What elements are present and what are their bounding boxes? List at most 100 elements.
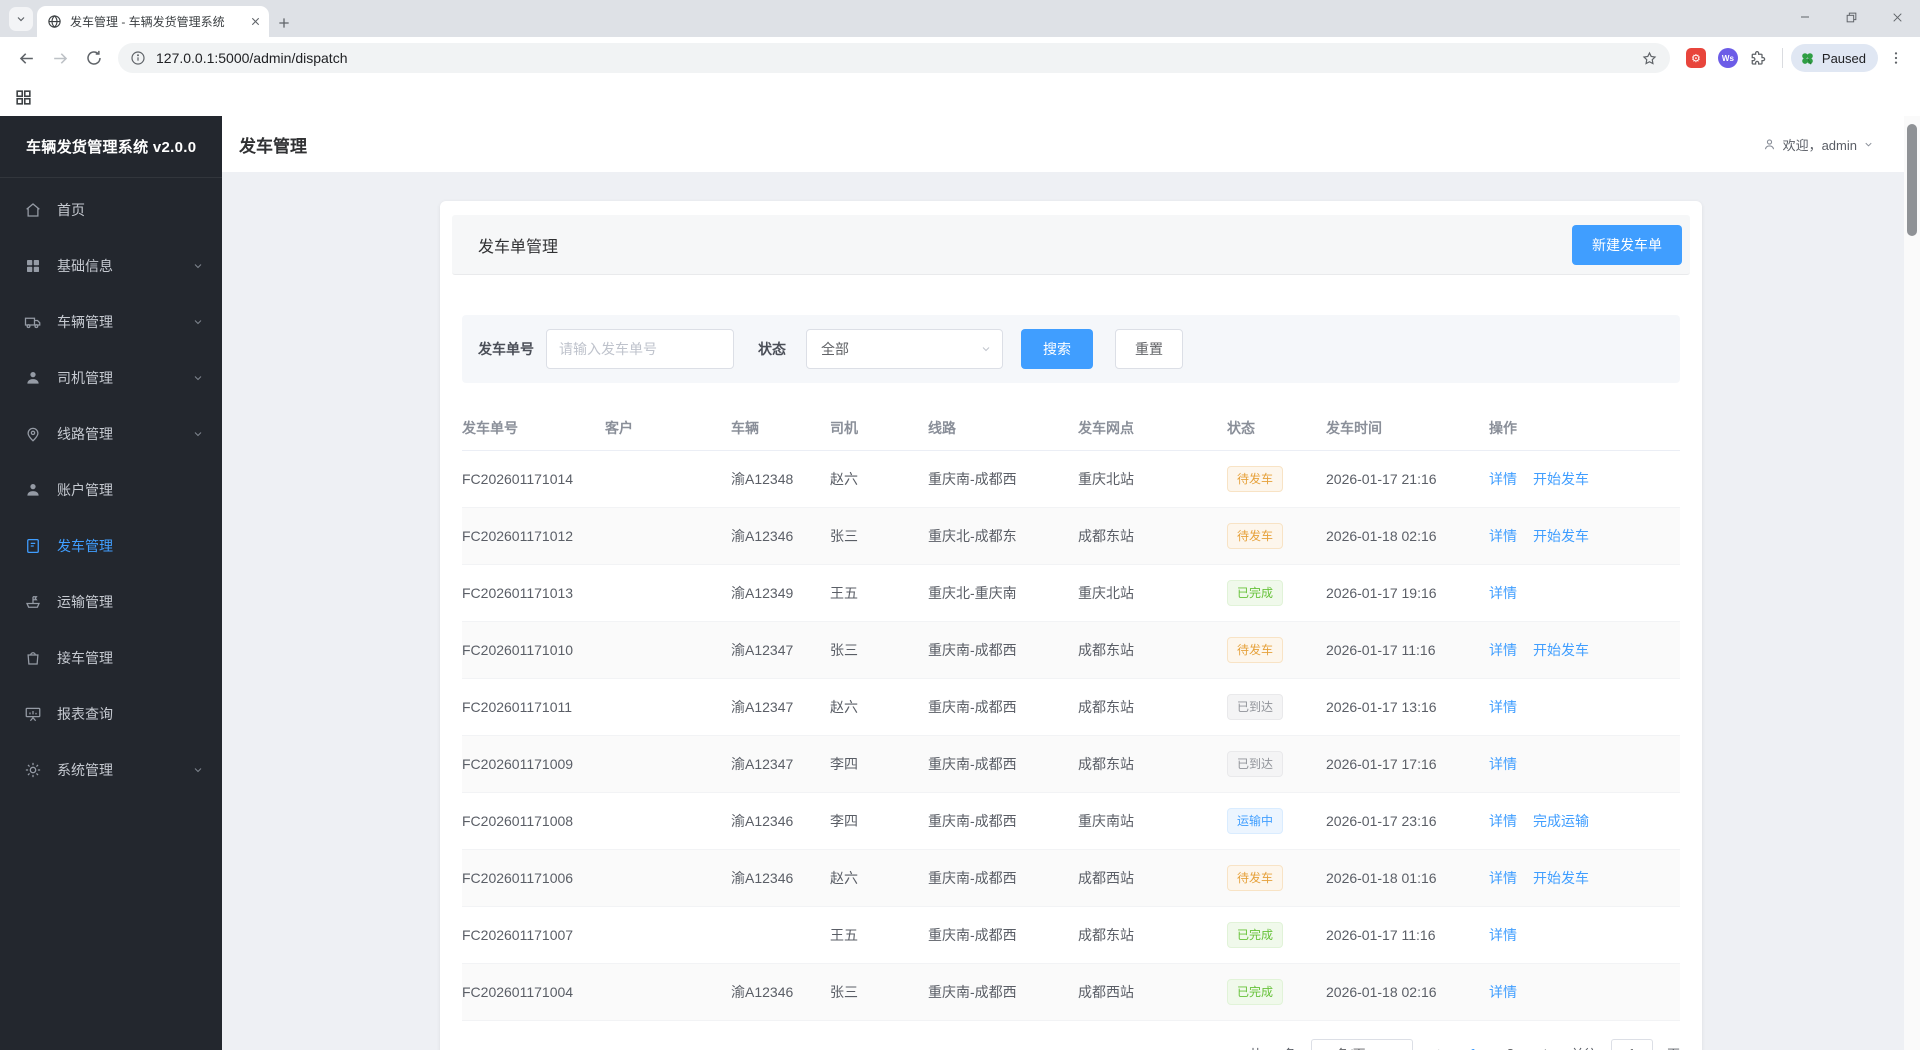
cell-vehicle: 渝A12349 (731, 585, 794, 601)
sidebar-item-report-query[interactable]: 报表查询 (0, 686, 222, 742)
row-action-link[interactable]: 开始发车 (1533, 469, 1589, 489)
sidebar: 车辆发货管理系统 v2.0.0 首页 基础信息 车辆管理 司机管理 线路管理 账… (0, 116, 222, 1050)
cell-order-no: FC202601171009 (462, 756, 574, 772)
table-row: FC202601171012 渝A12346 张三 重庆北-成都东 成都东站 待… (462, 508, 1680, 565)
browser-tab[interactable]: 发车管理 - 车辆发货管理系统 (37, 6, 269, 37)
sidebar-item-system-mgmt[interactable]: 系统管理 (0, 742, 222, 798)
cell-vehicle: 渝A12347 (731, 756, 794, 772)
apps-grid-icon[interactable] (14, 88, 33, 107)
cell-order-no: FC202601171012 (462, 528, 574, 544)
cell-driver: 李四 (830, 756, 858, 772)
sidebar-item-receive-mgmt[interactable]: 接车管理 (0, 630, 222, 686)
window-restore-button[interactable] (1828, 0, 1874, 34)
sidebar-item-route-mgmt[interactable]: 线路管理 (0, 406, 222, 462)
chevron-down-icon (192, 764, 204, 776)
sidebar-item-vehicle-mgmt[interactable]: 车辆管理 (0, 294, 222, 350)
table-row: FC202601171011 渝A12347 赵六 重庆南-成都西 成都东站 已… (462, 679, 1680, 736)
extensions-puzzle-icon[interactable] (1750, 49, 1768, 67)
detail-link[interactable]: 详情 (1489, 925, 1517, 945)
cell-dispatch-time: 2026-01-17 11:16 (1326, 642, 1436, 658)
reload-button[interactable] (78, 42, 110, 74)
browser-toolbar: 127.0.0.1:5000/admin/dispatch ⚙ Ws Pause… (0, 37, 1920, 79)
status-badge: 已完成 (1227, 580, 1284, 606)
page-scrollbar[interactable] (1904, 116, 1920, 1050)
status-badge: 待发车 (1227, 637, 1284, 663)
sidebar-item-basic-info[interactable]: 基础信息 (0, 238, 222, 294)
url-text[interactable]: 127.0.0.1:5000/admin/dispatch (156, 50, 1631, 66)
row-action-link[interactable]: 开始发车 (1533, 526, 1589, 546)
cell-order-no: FC202601171013 (462, 585, 574, 601)
sidebar-item-driver-mgmt[interactable]: 司机管理 (0, 350, 222, 406)
page-size-select[interactable]: 10条/页 (1310, 1039, 1413, 1050)
browser-menu-icon[interactable] (1888, 50, 1904, 66)
goto-page-input[interactable] (1610, 1039, 1653, 1050)
chevron-down-icon (192, 316, 204, 328)
bookmark-star-icon[interactable] (1641, 50, 1658, 67)
window-close-button[interactable] (1874, 0, 1920, 34)
gear-icon (24, 761, 42, 779)
detail-link[interactable]: 详情 (1489, 640, 1517, 660)
cell-actions: 详情 开始发车 (1489, 469, 1680, 489)
cell-actions: 详情 (1489, 697, 1680, 717)
sidebar-item-dispatch-mgmt[interactable]: 发车管理 (0, 518, 222, 574)
address-bar[interactable]: 127.0.0.1:5000/admin/dispatch (118, 43, 1670, 73)
status-badge: 已完成 (1227, 922, 1284, 948)
cell-vehicle: 渝A12346 (731, 813, 794, 829)
sidebar-item-transport-mgmt[interactable]: 运输管理 (0, 574, 222, 630)
cell-station: 重庆南站 (1078, 813, 1134, 829)
detail-link[interactable]: 详情 (1489, 868, 1517, 888)
cell-actions: 详情 (1489, 583, 1680, 603)
status-badge: 运输中 (1227, 808, 1284, 834)
row-action-link[interactable]: 开始发车 (1533, 640, 1589, 660)
main-area: 发车管理 欢迎，admin 发车单管理 新建发车单 发车单号 请输入发车单号 状… (222, 116, 1920, 1050)
row-action-link[interactable]: 完成运输 (1533, 811, 1589, 831)
sidebar-item-home[interactable]: 首页 (0, 182, 222, 238)
col-vehicle: 车辆 (731, 419, 759, 436)
cell-vehicle: 渝A12348 (731, 471, 794, 487)
profile-paused-badge[interactable]: Paused (1790, 44, 1878, 72)
new-tab-button[interactable] (277, 16, 291, 30)
detail-link[interactable]: 详情 (1489, 811, 1517, 831)
globe-favicon-icon (48, 15, 61, 28)
dispatch-table: 发车单号 客户 车辆 司机 线路 发车网点 状态 发车时间 操作 FC20260… (462, 405, 1680, 1021)
extension-red-icon[interactable]: ⚙ (1685, 48, 1706, 68)
next-page-icon[interactable] (1536, 1047, 1557, 1050)
detail-link[interactable]: 详情 (1489, 754, 1517, 774)
toolbar-divider (1781, 48, 1783, 68)
status-select[interactable]: 全部 (806, 329, 1003, 369)
back-button[interactable] (10, 42, 42, 74)
detail-link[interactable]: 详情 (1489, 526, 1517, 546)
detail-link[interactable]: 详情 (1489, 469, 1517, 489)
search-button[interactable]: 搜索 (1021, 329, 1093, 369)
status-badge: 已完成 (1227, 979, 1284, 1005)
new-dispatch-button[interactable]: 新建发车单 (1572, 224, 1682, 265)
site-info-icon[interactable] (130, 50, 146, 66)
cell-driver: 李四 (830, 813, 858, 829)
detail-link[interactable]: 详情 (1489, 982, 1517, 1002)
scrollbar-thumb[interactable] (1907, 124, 1917, 236)
sidebar-item-account-mgmt[interactable]: 账户管理 (0, 462, 222, 518)
detail-link[interactable]: 详情 (1489, 697, 1517, 717)
user-menu[interactable]: 欢迎，admin (1762, 135, 1874, 154)
row-action-link[interactable]: 开始发车 (1533, 868, 1589, 888)
table-row: FC202601171007 王五 重庆南-成都西 成都东站 已完成 2026-… (462, 907, 1680, 964)
reset-button[interactable]: 重置 (1115, 329, 1183, 369)
table-row: FC202601171010 渝A12347 张三 重庆南-成都西 成都东站 待… (462, 622, 1680, 679)
cell-driver: 张三 (830, 984, 858, 1000)
page-number-1[interactable]: 1 (1462, 1042, 1485, 1050)
prev-page-icon[interactable] (1427, 1047, 1448, 1050)
order-no-input[interactable] (546, 329, 734, 369)
page-number-2[interactable]: 2 (1499, 1042, 1522, 1050)
detail-link[interactable]: 详情 (1489, 583, 1517, 603)
window-minimize-button[interactable] (1782, 0, 1828, 34)
extension-ws-icon[interactable]: Ws (1717, 48, 1738, 68)
cell-driver: 赵六 (830, 471, 858, 487)
cell-dispatch-time: 2026-01-17 11:16 (1326, 927, 1436, 943)
cell-dispatch-time: 2026-01-17 19:16 (1326, 585, 1437, 601)
tab-search-button[interactable] (9, 7, 33, 31)
tab-close-icon[interactable] (250, 16, 261, 27)
forward-button[interactable] (44, 42, 76, 74)
cell-actions: 详情 (1489, 982, 1680, 1002)
status-badge: 已到达 (1227, 751, 1284, 777)
bag-icon (24, 649, 42, 667)
